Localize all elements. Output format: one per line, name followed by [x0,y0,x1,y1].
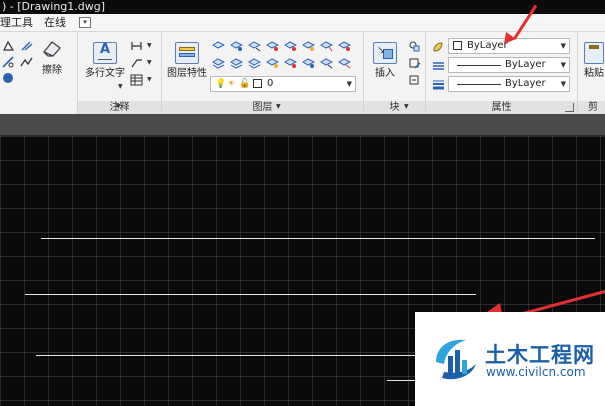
linetype-value: ByLayer [505,59,546,70]
layer-tool-icon-10[interactable] [230,57,243,69]
linetype-preview [457,65,501,66]
edit-block-icon[interactable] [408,57,421,69]
menu-item-online[interactable]: 在线 [44,16,66,30]
layer-tool-icon-13[interactable] [284,57,297,69]
mtext-button[interactable]: A 多行文字 [82,42,128,80]
layer-tool-icon-9[interactable] [212,57,225,69]
layer-properties-button[interactable]: 图层特性 [166,42,208,80]
leader-icon[interactable] [130,57,143,69]
chevron-down-icon: ▼ [560,80,566,88]
layer-tool-icon-1[interactable] [212,40,225,52]
chevron-down-icon: ▼ [560,61,566,69]
edit-polyline-icon[interactable] [20,56,33,68]
layer-tool-icon-4[interactable] [266,40,279,52]
mtext-label: 多行文字 [85,68,125,79]
layer-tool-icon-5[interactable] [284,40,297,52]
table-dropdown-icon[interactable]: ▼ [147,77,152,83]
panel-title-layers[interactable]: 图层 [162,101,363,114]
layer-color-swatch [253,79,262,88]
layer-tool-icon-6[interactable] [302,40,315,52]
linetype-dropdown[interactable]: ByLayer ▼ [448,57,570,73]
stretch-icon[interactable] [2,40,15,52]
window-title: ) - [Drawing1.dwg] [2,0,106,13]
lock-icon: 🔓 [239,79,251,89]
layer-tool-icon-2[interactable] [230,40,243,52]
linetype-list-icon[interactable] [432,60,445,72]
properties-launcher-icon[interactable] [565,103,574,112]
layers-panel-expand-icon[interactable]: ▼ [276,104,281,110]
clipboard-icon [584,42,604,64]
dimension-dropdown-icon[interactable]: ▼ [147,43,152,49]
insert-label: 插入 [375,68,395,79]
dimension-icon[interactable] [130,40,143,52]
lineweight-list-icon[interactable] [432,78,445,90]
mtext-dropdown-icon[interactable]: ▼ [118,84,123,90]
cad-line[interactable] [25,294,476,295]
lightbulb-icon: 💡 [215,79,227,89]
erase-label: 擦除 [42,65,62,76]
layer-tool-icon-7[interactable] [320,40,333,52]
leader-dropdown-icon[interactable]: ▼ [147,60,152,66]
red-arrowhead-icon [504,32,516,44]
watermark-url: www.civilcn.com [486,365,586,379]
layer-tool-icon-14[interactable] [302,57,315,69]
current-layer-name: 0 [267,78,274,89]
match-properties-icon[interactable] [432,41,445,53]
watermark: 土木工程网 www.civilcn.com [415,312,605,406]
eraser-icon [42,41,61,57]
menu-overflow-button[interactable]: ▾ [79,17,91,28]
panel-clipboard: 粘贴 剪 [578,32,605,114]
fillet-icon[interactable] [20,40,33,52]
panel-title-properties[interactable]: 属性 [426,101,577,114]
layer-tool-icon-12[interactable] [266,57,279,69]
layer-stack-icon [175,42,199,64]
layer-tool-icon-3[interactable] [248,40,261,52]
edit-attribute-icon[interactable] [408,74,421,86]
panel-annotation: A 多行文字 ▼ ▼ ▼ ▼ 注释 ▼ [78,32,162,114]
panel-title-clipboard[interactable]: 剪 [578,101,605,114]
layer-tool-icon-16[interactable] [338,57,351,69]
array-icon[interactable] [2,72,15,84]
lineweight-dropdown[interactable]: ByLayer ▼ [448,76,570,92]
layer-tool-icon-11[interactable] [248,57,261,69]
paste-label: 粘贴 [584,68,604,79]
civilcn-logo-icon [436,339,476,380]
layer-properties-label: 图层特性 [167,68,207,79]
block-panel-expand-icon[interactable]: ▼ [404,104,409,110]
trim-icon[interactable] [2,56,15,68]
annotation-panel-expand-icon[interactable]: ▼ [116,104,121,110]
layer-tool-icon-15[interactable] [320,57,333,69]
insert-block-icon: ↘ [373,42,397,64]
viewport-toolbar-strip [0,114,605,136]
layer-dropdown[interactable]: 💡 ☀ 🔓 0 ▼ [210,76,356,92]
sun-icon: ☀ [227,79,236,89]
erase-button[interactable]: 擦除 [38,38,66,86]
create-block-icon[interactable] [408,40,421,52]
color-swatch [453,41,462,50]
layer-tool-icon-8[interactable] [338,40,351,52]
chevron-down-icon: ▼ [346,80,352,88]
cad-line[interactable] [36,355,450,356]
cad-line[interactable] [41,238,595,239]
lineweight-preview [457,84,501,85]
panel-modify: 擦除 [0,32,78,114]
panel-layers: 图层特性 💡 ☀ 🔓 0 ▼ 图层 ▼ [162,32,364,114]
chevron-down-icon: ▼ [560,42,566,50]
panel-block: ↘ 插入 块 ▼ [364,32,426,114]
table-icon[interactable] [130,74,143,86]
insert-button[interactable]: ↘ 插入 [368,42,402,80]
window-title-bar: ) - [Drawing1.dwg] [0,0,605,14]
panel-title-block[interactable]: 块 [364,101,425,114]
paste-button[interactable]: 粘贴 [582,42,605,80]
menu-item-tools[interactable]: 理工具 [0,16,33,30]
lineweight-value: ByLayer [505,78,546,89]
mtext-icon: A [93,42,117,64]
